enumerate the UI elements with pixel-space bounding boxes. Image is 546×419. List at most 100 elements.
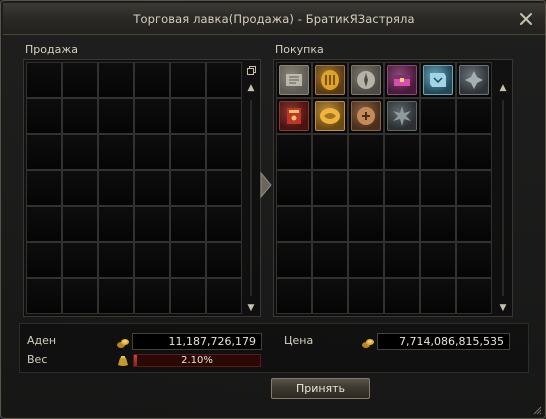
inventory-slot[interactable] [348, 98, 384, 134]
inventory-slot[interactable] [62, 242, 98, 278]
inventory-slot[interactable] [456, 170, 492, 206]
scroll-track[interactable] [502, 100, 504, 296]
scroll-icon[interactable] [279, 65, 309, 95]
dark-scroll-icon[interactable] [459, 65, 489, 95]
inventory-slot[interactable] [384, 206, 420, 242]
inventory-slot[interactable] [276, 278, 312, 314]
inventory-slot[interactable] [134, 170, 170, 206]
inventory-slot[interactable] [420, 98, 456, 134]
scroll-up-icon[interactable]: ▲ [497, 82, 509, 94]
inventory-slot[interactable] [98, 170, 134, 206]
inventory-slot[interactable] [348, 134, 384, 170]
inventory-slot[interactable] [312, 134, 348, 170]
inventory-slot[interactable] [98, 134, 134, 170]
inventory-slot[interactable] [348, 278, 384, 314]
inventory-slot[interactable] [98, 242, 134, 278]
inventory-slot[interactable] [62, 134, 98, 170]
inventory-slot[interactable] [420, 134, 456, 170]
inventory-slot[interactable] [312, 206, 348, 242]
inventory-slot[interactable] [420, 170, 456, 206]
inventory-slot[interactable] [348, 170, 384, 206]
inventory-slot[interactable] [384, 134, 420, 170]
inventory-slot[interactable] [26, 242, 62, 278]
resize-grip-icon[interactable] [532, 405, 542, 415]
inventory-slot[interactable] [420, 62, 456, 98]
gold-talisman-icon[interactable] [315, 101, 345, 131]
inventory-slot[interactable] [170, 134, 206, 170]
scroll-down-icon[interactable]: ▼ [497, 302, 509, 314]
scroll-down-icon[interactable]: ▼ [245, 302, 257, 314]
title-bar[interactable]: Торговая лавка(Продажа) - БратикЯЗастрял… [3, 3, 545, 35]
window-restore-icon[interactable] [245, 64, 257, 76]
inventory-slot[interactable] [276, 170, 312, 206]
silver-orb-icon[interactable] [351, 65, 381, 95]
inventory-slot[interactable] [206, 170, 242, 206]
inventory-slot[interactable] [276, 206, 312, 242]
inventory-slot[interactable] [206, 242, 242, 278]
sell-scrollbar[interactable]: ▲ ▼ [244, 62, 258, 314]
inventory-slot[interactable] [348, 242, 384, 278]
inventory-slot[interactable] [62, 98, 98, 134]
inventory-slot[interactable] [384, 98, 420, 134]
inventory-slot[interactable] [170, 98, 206, 134]
inventory-slot[interactable] [98, 278, 134, 314]
inventory-slot[interactable] [312, 98, 348, 134]
inventory-slot[interactable] [420, 278, 456, 314]
inventory-slot[interactable] [26, 206, 62, 242]
inventory-slot[interactable] [348, 62, 384, 98]
inventory-slot[interactable] [348, 206, 384, 242]
inventory-slot[interactable] [456, 98, 492, 134]
inventory-slot[interactable] [170, 62, 206, 98]
inventory-slot[interactable] [206, 98, 242, 134]
inventory-slot[interactable] [26, 170, 62, 206]
inventory-slot[interactable] [456, 278, 492, 314]
inventory-slot[interactable] [206, 62, 242, 98]
inventory-slot[interactable] [26, 62, 62, 98]
inventory-slot[interactable] [206, 278, 242, 314]
inventory-slot[interactable] [98, 98, 134, 134]
inventory-slot[interactable] [206, 134, 242, 170]
inventory-slot[interactable] [206, 206, 242, 242]
inventory-slot[interactable] [420, 206, 456, 242]
inventory-slot[interactable] [456, 206, 492, 242]
buy-scrollbar[interactable]: ▲ ▼ [496, 62, 510, 314]
inventory-slot[interactable] [98, 206, 134, 242]
inventory-slot[interactable] [134, 206, 170, 242]
inventory-slot[interactable] [456, 134, 492, 170]
inventory-slot[interactable] [276, 62, 312, 98]
inventory-slot[interactable] [312, 278, 348, 314]
bronze-medal-icon[interactable] [351, 101, 381, 131]
inventory-slot[interactable] [170, 242, 206, 278]
golden-shield-icon[interactable] [315, 65, 345, 95]
scroll-up-icon[interactable]: ▲ [245, 82, 257, 94]
inventory-slot[interactable] [420, 242, 456, 278]
inventory-slot[interactable] [170, 206, 206, 242]
inventory-slot[interactable] [384, 170, 420, 206]
inventory-slot[interactable] [276, 242, 312, 278]
inventory-slot[interactable] [312, 170, 348, 206]
inventory-slot[interactable] [134, 62, 170, 98]
inventory-slot[interactable] [62, 278, 98, 314]
inventory-slot[interactable] [134, 278, 170, 314]
inventory-slot[interactable] [62, 170, 98, 206]
inventory-slot[interactable] [276, 134, 312, 170]
inventory-slot[interactable] [134, 134, 170, 170]
inventory-slot[interactable] [170, 278, 206, 314]
inventory-slot[interactable] [384, 278, 420, 314]
close-icon[interactable] [519, 12, 533, 26]
inventory-slot[interactable] [170, 170, 206, 206]
inventory-slot[interactable] [384, 62, 420, 98]
inventory-slot[interactable] [312, 242, 348, 278]
inventory-slot[interactable] [312, 62, 348, 98]
inventory-slot[interactable] [26, 98, 62, 134]
spiked-rune-icon[interactable] [387, 101, 417, 131]
inventory-slot[interactable] [456, 242, 492, 278]
inventory-slot[interactable] [26, 134, 62, 170]
inventory-slot[interactable] [456, 62, 492, 98]
inventory-slot[interactable] [134, 242, 170, 278]
scroll-track[interactable] [250, 100, 252, 296]
inventory-slot[interactable] [62, 206, 98, 242]
inventory-slot[interactable] [384, 242, 420, 278]
inventory-slot[interactable] [26, 278, 62, 314]
accept-button[interactable]: Принять [271, 378, 370, 399]
